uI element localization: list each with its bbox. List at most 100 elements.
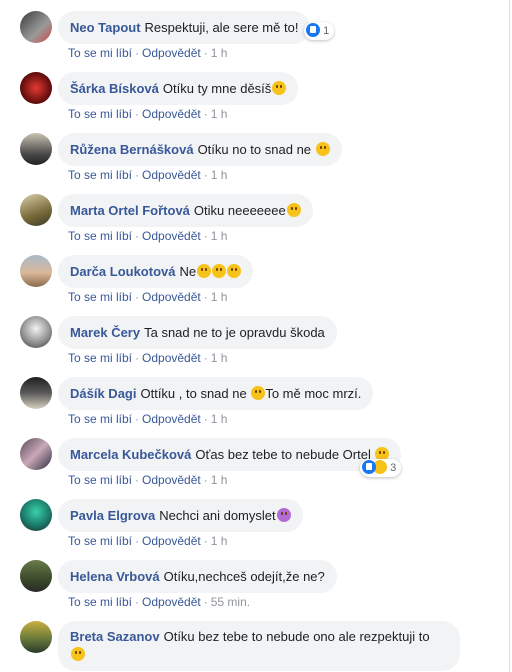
woozy-face-icon bbox=[276, 508, 291, 522]
comment-author[interactable]: Pavla Elgrova bbox=[70, 508, 155, 523]
timestamp[interactable]: 1 h bbox=[211, 351, 228, 365]
like-link[interactable]: To se mi líbí bbox=[68, 229, 132, 243]
comment: Růžena Bernášková Otíku no to snad ne To … bbox=[18, 124, 498, 185]
like-link[interactable]: To se mi líbí bbox=[68, 107, 132, 121]
comment-author[interactable]: Darča Loukotová bbox=[70, 264, 175, 279]
comment-text: Respektuji, ale sere mě to! bbox=[144, 20, 299, 35]
reply-link[interactable]: Odpovědět bbox=[142, 46, 201, 60]
separator: · bbox=[203, 534, 208, 548]
separator: · bbox=[135, 229, 140, 243]
comment-author[interactable]: Marcela Kubečková bbox=[70, 447, 191, 462]
comment-bubble: Marta Ortel Fořtová Otiku neeeeeee bbox=[58, 194, 313, 227]
separator: · bbox=[135, 107, 140, 121]
reply-link[interactable]: Odpovědět bbox=[142, 534, 201, 548]
comment-actions: To se mi líbí · Odpovědět · 1 h bbox=[68, 168, 227, 182]
comment: Šárka Bísková Otíku ty mne děsíš To se mi… bbox=[18, 63, 498, 124]
comment-text: Otíku,nechceš odejít,že ne? bbox=[163, 569, 325, 584]
timestamp[interactable]: 55 min. bbox=[211, 595, 250, 609]
avatar[interactable] bbox=[20, 377, 52, 409]
reply-link[interactable]: Odpovědět bbox=[142, 412, 201, 426]
like-link[interactable]: To se mi líbí bbox=[68, 473, 132, 487]
comment-bubble: Neo Tapout Respektuji, ale sere mě to! bbox=[58, 11, 311, 44]
reply-link[interactable]: Odpovědět bbox=[142, 168, 201, 182]
comment-author[interactable]: Šárka Bísková bbox=[70, 81, 159, 96]
avatar[interactable] bbox=[20, 72, 52, 104]
reply-link[interactable]: Odpovědět bbox=[142, 229, 201, 243]
timestamp[interactable]: 1 h bbox=[211, 290, 228, 304]
avatar[interactable] bbox=[20, 133, 52, 165]
reply-link[interactable]: Odpovědět bbox=[142, 290, 201, 304]
reply-link[interactable]: Odpovědět bbox=[142, 107, 201, 121]
comment: Neo Tapout Respektuji, ale sere mě to! 1 … bbox=[18, 2, 498, 63]
like-link[interactable]: To se mi líbí bbox=[68, 412, 132, 426]
comment: Darča Loukotová Ne To se mi líbí · Odpovědě… bbox=[18, 246, 498, 307]
comment-author[interactable]: Neo Tapout bbox=[70, 20, 141, 35]
separator: · bbox=[203, 229, 208, 243]
comment-actions: To se mi líbí · Odpovědět · 1 h bbox=[68, 473, 227, 487]
comment-actions: To se mi líbí · Odpovědět · 1 h bbox=[68, 534, 227, 548]
comment-text: Ne bbox=[179, 264, 197, 279]
separator: · bbox=[203, 290, 208, 304]
separator: · bbox=[203, 46, 208, 60]
avatar[interactable] bbox=[20, 255, 52, 287]
separator: · bbox=[135, 595, 140, 609]
comment-actions: To se mi líbí · Odpovědět · 55 min. bbox=[68, 595, 250, 609]
separator: · bbox=[203, 351, 208, 365]
reaction-number: 3 bbox=[390, 462, 397, 474]
worried-face-icon bbox=[272, 81, 287, 95]
comment-author[interactable]: Dášík Dagi bbox=[70, 386, 136, 401]
comment-author[interactable]: Breta Sazanov bbox=[70, 629, 160, 644]
separator: · bbox=[135, 351, 140, 365]
like-link[interactable]: To se mi líbí bbox=[68, 46, 132, 60]
avatar[interactable] bbox=[20, 438, 52, 470]
reply-link[interactable]: Odpovědět bbox=[142, 473, 201, 487]
comments-panel: Neo Tapout Respektuji, ale sere mě to! 1 … bbox=[0, 0, 510, 672]
comment-text: Oťas bez tebe to nebude Ortel bbox=[195, 447, 371, 462]
comment-actions: To se mi líbí · Odpovědět · 1 h bbox=[68, 229, 227, 243]
comment-bubble: Pavla Elgrova Nechci ani domyslet bbox=[58, 499, 303, 532]
like-link[interactable]: To se mi líbí bbox=[68, 290, 132, 304]
timestamp[interactable]: 1 h bbox=[211, 46, 228, 60]
timestamp[interactable]: 1 h bbox=[211, 229, 228, 243]
sad-face-icon bbox=[197, 264, 212, 278]
separator: · bbox=[203, 595, 208, 609]
comment-bubble: Darča Loukotová Ne bbox=[58, 255, 254, 288]
comment-author[interactable]: Marta Ortel Fořtová bbox=[70, 203, 190, 218]
comment: Breta Sazanov Otíku bez tebe to nebude on… bbox=[18, 612, 498, 672]
avatar[interactable] bbox=[20, 499, 52, 531]
separator: · bbox=[135, 534, 140, 548]
timestamp[interactable]: 1 h bbox=[211, 168, 228, 182]
avatar[interactable] bbox=[20, 316, 52, 348]
sad-face-icon bbox=[227, 264, 242, 278]
comment-author[interactable]: Růžena Bernášková bbox=[70, 142, 194, 157]
avatar[interactable] bbox=[20, 621, 52, 653]
timestamp[interactable]: 1 h bbox=[211, 412, 228, 426]
like-reaction-icon bbox=[362, 460, 376, 474]
avatar[interactable] bbox=[20, 11, 52, 43]
reaction-count[interactable]: 1 bbox=[304, 22, 335, 40]
reaction-count[interactable]: 3 bbox=[360, 459, 402, 477]
comment-author[interactable]: Helena Vrbová bbox=[70, 569, 160, 584]
avatar[interactable] bbox=[20, 560, 52, 592]
like-link[interactable]: To se mi líbí bbox=[68, 534, 132, 548]
comment-text: Nechci ani domyslet bbox=[159, 508, 276, 523]
comment-text: Ottíku , to snad ne bbox=[140, 386, 247, 401]
separator: · bbox=[203, 412, 208, 426]
comment-bubble: Marek Čery Ta snad ne to je opravdu škoda bbox=[58, 316, 337, 349]
timestamp[interactable]: 1 h bbox=[211, 473, 228, 487]
separator: · bbox=[135, 46, 140, 60]
pensive-face-icon bbox=[71, 647, 85, 661]
comment-bubble: Breta Sazanov Otíku bez tebe to nebude on… bbox=[58, 621, 460, 671]
like-link[interactable]: To se mi líbí bbox=[68, 595, 132, 609]
like-link[interactable]: To se mi líbí bbox=[68, 168, 132, 182]
timestamp[interactable]: 1 h bbox=[211, 107, 228, 121]
timestamp[interactable]: 1 h bbox=[211, 534, 228, 548]
comment-author[interactable]: Marek Čery bbox=[70, 325, 140, 340]
avatar[interactable] bbox=[20, 194, 52, 226]
comment: Marta Ortel Fořtová Otiku neeeeeee To se … bbox=[18, 185, 498, 246]
comment-actions: To se mi líbí · Odpovědět · 1 h bbox=[68, 107, 227, 121]
reply-link[interactable]: Odpovědět bbox=[142, 595, 201, 609]
reply-link[interactable]: Odpovědět bbox=[142, 351, 201, 365]
like-link[interactable]: To se mi líbí bbox=[68, 351, 132, 365]
comment-text: Otíku no to snad ne bbox=[197, 142, 312, 157]
